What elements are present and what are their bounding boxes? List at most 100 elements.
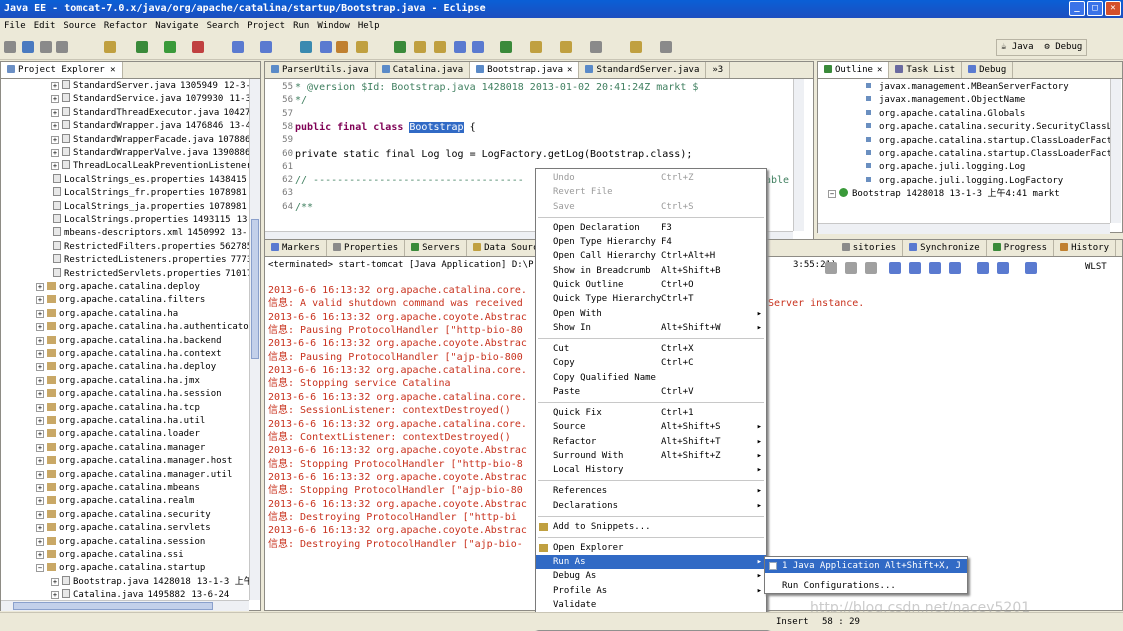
expand-icon[interactable]: +: [51, 135, 59, 144]
menu-item-refactor[interactable]: Refactor Alt+Shift+T ▸: [536, 435, 766, 449]
outline-import-item[interactable]: org.apache.catalina.Globals: [866, 108, 1025, 121]
menu-item-profile-as[interactable]: Profile As ▸: [536, 584, 766, 598]
outline-import-item[interactable]: org.apache.juli.logging.LogFactory: [866, 175, 1063, 188]
expand-icon[interactable]: +: [51, 95, 59, 104]
outline-import-item[interactable]: org.apache.catalina.security.SecurityCla…: [866, 121, 1110, 134]
menu-item-open-with[interactable]: Open With ▸: [536, 307, 766, 321]
back-icon[interactable]: [630, 41, 642, 53]
perspective-debug[interactable]: ⚙ Debug: [1044, 42, 1082, 52]
scroll-lock-icon[interactable]: [909, 262, 921, 274]
menu-item-cut[interactable]: Cut Ctrl+X: [536, 342, 766, 356]
menu-item-local-history[interactable]: Local History ▸: [536, 463, 766, 477]
toggle-icon[interactable]: [434, 41, 446, 53]
tree-item-file[interactable]: LocalStrings.properties1493115 13-: [53, 214, 249, 227]
format-icon[interactable]: [454, 41, 466, 53]
prev-annotation-icon[interactable]: [560, 41, 572, 53]
pin-icon[interactable]: [472, 41, 484, 53]
tab-task-list[interactable]: Task List: [889, 62, 963, 78]
expand-icon[interactable]: +: [36, 470, 44, 479]
outline-vertical-scrollbar[interactable]: [1110, 79, 1121, 223]
menu-item-quick-type-hierarchy[interactable]: Quick Type Hierarchy Ctrl+T: [536, 292, 766, 306]
tree-item-package[interactable]: + org.apache.catalina.servlets: [36, 522, 211, 535]
outline-class-node[interactable]: − Bootstrap 1428018 13-1-3 上午4:41 markt: [828, 188, 1060, 201]
expand-icon[interactable]: +: [36, 524, 44, 533]
open-task-icon[interactable]: [336, 41, 348, 53]
menu-item-show-in[interactable]: Show In Alt+Shift+W ▸: [536, 321, 766, 335]
tree-item-file[interactable]: + StandardWrapperFacade.java1078863: [51, 133, 249, 147]
next-annotation-icon[interactable]: [530, 41, 542, 53]
expand-icon[interactable]: +: [36, 309, 44, 318]
tree-item-package[interactable]: + org.apache.catalina.ha.tcp: [36, 402, 200, 415]
close-tab-icon[interactable]: ✕: [567, 65, 572, 75]
tree-item-package[interactable]: + org.apache.catalina.ha.deploy: [36, 361, 216, 374]
close-tab-icon[interactable]: ✕: [877, 65, 882, 75]
browser-icon[interactable]: [320, 41, 332, 53]
tree-item-file[interactable]: LocalStrings_ja.properties 1078981: [53, 200, 247, 214]
submenu-item-run-configurations[interactable]: Run Configurations...: [765, 579, 967, 593]
tree-item-file[interactable]: RestrictedListeners.properties77730: [53, 254, 249, 267]
outline-import-item[interactable]: javax.management.ObjectName: [866, 94, 1025, 107]
open-icon[interactable]: [104, 41, 116, 53]
outline-import-item[interactable]: org.apache.catalina.startup.ClassLoaderF…: [866, 148, 1110, 161]
expand-icon[interactable]: +: [36, 323, 44, 332]
tab-project-explorer[interactable]: Project Explorer ✕: [1, 62, 123, 78]
tree-item-file[interactable]: + StandardServer.java1305949 12-3-2: [51, 80, 249, 93]
tab-properties[interactable]: Properties: [327, 240, 406, 256]
expand-icon[interactable]: +: [36, 537, 44, 546]
print-icon[interactable]: [56, 41, 68, 53]
tree-item-package[interactable]: + org.apache.catalina.session: [36, 536, 205, 549]
tree-item-package[interactable]: + org.apache.catalina.manager.host: [36, 455, 232, 468]
tree-item-file[interactable]: + StandardService.java1079930 11-3-: [51, 93, 249, 106]
save-all-icon[interactable]: [40, 41, 52, 53]
menu-item-add-to-snippets[interactable]: Add to Snippets...: [536, 520, 766, 534]
expand-icon[interactable]: +: [51, 591, 59, 600]
tree-item-package[interactable]: + org.apache.catalina.manager: [36, 442, 205, 455]
expand-icon[interactable]: +: [36, 430, 44, 439]
tree-item-package[interactable]: + org.apache.catalina.security: [36, 509, 211, 522]
menu-help[interactable]: Help: [354, 18, 384, 35]
menu-item-declarations[interactable]: Declarations ▸: [536, 499, 766, 513]
tree-item-file[interactable]: + Catalina.java 1495882 13-6-24: [51, 589, 229, 600]
tab-synchronize[interactable]: Synchronize: [903, 240, 987, 256]
info-icon[interactable]: [500, 41, 512, 53]
expand-icon[interactable]: +: [36, 363, 44, 372]
outline-import-item[interactable]: org.apache.juli.logging.Log: [866, 161, 1025, 174]
menu-item-revert-file[interactable]: Revert File: [536, 185, 766, 199]
expand-icon[interactable]: +: [51, 122, 59, 131]
tree-item-package[interactable]: + org.apache.catalina.mbeans: [36, 482, 200, 495]
menu-item-open-explorer[interactable]: Open Explorer: [536, 541, 766, 555]
tree-item-file[interactable]: mbeans-descriptors.xml 1450992 13-: [53, 227, 247, 240]
menu-navigate[interactable]: Navigate: [151, 18, 202, 35]
collapse-icon[interactable]: −: [828, 190, 836, 199]
tree-item-package[interactable]: + org.apache.catalina.ha.session: [36, 388, 222, 401]
new-server-icon[interactable]: [232, 41, 244, 53]
tab-bootstrap[interactable]: Bootstrap.java ✕: [470, 62, 580, 78]
menu-project[interactable]: Project: [243, 18, 289, 35]
globe-icon[interactable]: [300, 41, 312, 53]
menu-item-validate[interactable]: Validate: [536, 598, 766, 612]
clear-console-icon[interactable]: [889, 262, 901, 274]
tree-item-file[interactable]: LocalStrings_es.properties 1438415: [53, 173, 247, 187]
search-icon[interactable]: [356, 41, 368, 53]
tree-item-file[interactable]: + StandardWrapper.java1476846 13-4-: [51, 120, 249, 133]
menu-item-surround-with[interactable]: Surround With Alt+Shift+Z ▸: [536, 449, 766, 463]
tree-item-package[interactable]: + org.apache.catalina.manager.util: [36, 469, 232, 482]
debug-icon[interactable]: [136, 41, 148, 53]
close-button[interactable]: ✕: [1105, 1, 1121, 16]
expand-icon[interactable]: +: [36, 283, 44, 291]
expand-icon[interactable]: +: [51, 82, 59, 90]
last-edit-icon[interactable]: [590, 41, 602, 53]
tree-item-package[interactable]: − org.apache.catalina.startup: [36, 562, 205, 575]
tree-item-file[interactable]: LocalStrings_fr.properties 1078981: [53, 187, 247, 200]
expand-icon[interactable]: +: [36, 484, 44, 492]
outline-import-item[interactable]: javax.management.MBeanServerFactory: [866, 81, 1069, 94]
menu-item-quick-fix[interactable]: Quick Fix Ctrl+1: [536, 406, 766, 420]
expand-icon[interactable]: +: [36, 403, 44, 412]
expand-icon[interactable]: +: [51, 577, 59, 586]
expand-icon[interactable]: +: [36, 417, 44, 425]
wlst-button[interactable]: WLST: [1085, 262, 1107, 272]
tree-item-file[interactable]: RestrictedServlets.properties71017: [53, 267, 249, 281]
pin-console-icon[interactable]: [929, 262, 941, 274]
tab-outline[interactable]: Outline ✕: [818, 62, 890, 78]
expand-icon[interactable]: +: [36, 376, 44, 385]
